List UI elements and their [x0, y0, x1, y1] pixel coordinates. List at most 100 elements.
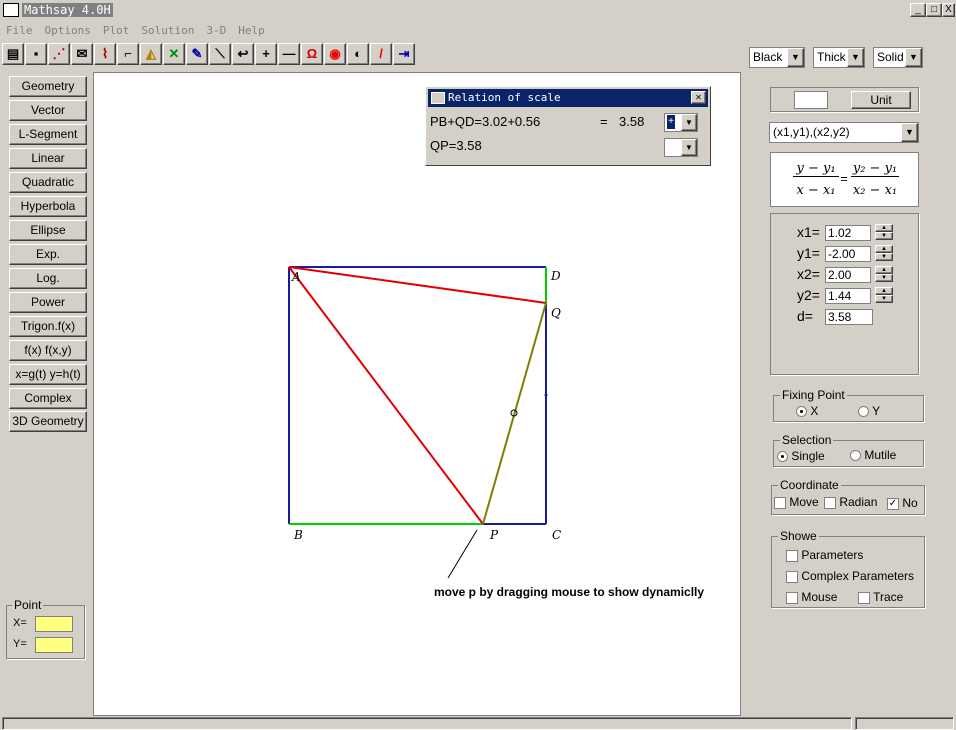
selection-title: Selection [780, 433, 834, 447]
width-select[interactable]: Thick ▼ [813, 47, 865, 68]
menu-solution[interactable]: Solution [141, 22, 194, 40]
label-p[interactable]: P [490, 528, 498, 542]
log-button[interactable]: Log. [9, 268, 87, 289]
no-option[interactable]: ✓ No [887, 496, 918, 510]
radio-y[interactable] [858, 406, 869, 418]
dialog-title-bar[interactable]: Relation of scale ✕ [428, 89, 708, 107]
vector-button[interactable]: Vector [9, 100, 87, 121]
unit-button[interactable]: Unit [851, 91, 911, 109]
relation-value: 3.58 [619, 114, 645, 129]
relation-sum-text: PB+QD=3.02+0.56 [430, 114, 541, 129]
y2-field[interactable]: 1.44 [825, 288, 871, 304]
pencil-icon[interactable]: / [370, 43, 392, 65]
radio-mutile[interactable] [850, 450, 861, 462]
chevron-down-icon: ▼ [681, 114, 697, 131]
radian-option[interactable]: Radian [824, 495, 877, 509]
move-checkbox[interactable] [774, 496, 786, 509]
point-y-field[interactable] [35, 637, 73, 653]
linear-button[interactable]: Linear [9, 148, 87, 169]
complex-button[interactable]: Complex [9, 388, 87, 409]
save-icon[interactable]: ▪ [25, 43, 47, 65]
mouse-option[interactable]: Mouse [786, 590, 837, 604]
menu-file[interactable]: File [6, 22, 33, 40]
geometry-button[interactable]: Geometry [9, 76, 87, 97]
mutile-option[interactable]: Mutile [850, 448, 896, 462]
menu-options[interactable]: Options [45, 22, 91, 40]
segment-aq [288, 266, 547, 304]
y1-label: y1= [797, 245, 820, 261]
x1-spinner[interactable]: ▲ ▼ [875, 224, 893, 242]
trace-checkbox[interactable] [858, 591, 870, 604]
fx-fxy-button[interactable]: f(x) f(x,y) [9, 340, 87, 361]
half-circle-icon[interactable]: ◐ [347, 43, 369, 65]
no-checkbox[interactable]: ✓ [887, 497, 899, 510]
move-option[interactable]: Move [774, 495, 819, 509]
chart-icon[interactable]: ⌇ [94, 43, 116, 65]
pen-icon[interactable]: ✎ [186, 43, 208, 65]
parametric-button[interactable]: x=g(t) y=h(t) [9, 364, 87, 385]
radian-checkbox[interactable] [824, 496, 836, 509]
trigon-button[interactable]: Trigon.f(x) [9, 316, 87, 337]
menu-help[interactable]: Help [238, 22, 265, 40]
radio-single[interactable] [777, 451, 788, 463]
close-icon[interactable]: ✕ [691, 91, 706, 104]
angle-icon[interactable]: ⌐ [117, 43, 139, 65]
minus-icon[interactable]: — [278, 43, 300, 65]
unit-field[interactable] [794, 91, 828, 109]
plus-icon[interactable]: + [255, 43, 277, 65]
y1-field[interactable]: -2.00 [825, 246, 871, 262]
fixing-y-option[interactable]: Y [858, 404, 880, 418]
power-button[interactable]: Power [9, 292, 87, 313]
x2-spinner[interactable]: ▲ ▼ [875, 266, 893, 284]
chevron-down-icon: ▼ [905, 48, 922, 67]
scale-icon[interactable]: ✕ [163, 43, 185, 65]
open-icon[interactable]: ▤ [2, 43, 24, 65]
x1-field[interactable]: 1.02 [825, 225, 871, 241]
l-segment-button[interactable]: L-Segment [9, 124, 87, 145]
mouse-checkbox[interactable] [786, 591, 798, 604]
hyperbola-button[interactable]: Hyperbola [9, 196, 87, 217]
ellipse-button[interactable]: Ellipse [9, 220, 87, 241]
y1-spinner[interactable]: ▲ ▼ [875, 245, 893, 263]
label-q: Q [551, 306, 561, 320]
arrow-icon[interactable]: ↩ [232, 43, 254, 65]
line-style-select[interactable]: Solid ▼ [873, 47, 923, 68]
complex-parameters-option[interactable]: Complex Parameters [786, 569, 914, 583]
color-select[interactable]: Black ▼ [749, 47, 805, 68]
magnet-icon[interactable]: Ω [301, 43, 323, 65]
mode-select[interactable]: (x1,y1),(x2,y2) ▼ [769, 122, 919, 143]
minimize-button[interactable]: _ [910, 3, 926, 17]
trace-option[interactable]: Trace [858, 590, 903, 604]
segment-qp [482, 302, 547, 525]
envelope-icon[interactable]: ✉ [71, 43, 93, 65]
quadratic-button[interactable]: Quadratic [9, 172, 87, 193]
radio-x[interactable] [796, 406, 807, 418]
triangle-icon[interactable]: ◭ [140, 43, 162, 65]
maximize-button[interactable]: □ [926, 3, 942, 17]
chevron-down-icon: ▼ [681, 139, 697, 156]
d-field[interactable]: 3.58 [825, 309, 873, 325]
exit-icon[interactable]: ⇥ [393, 43, 415, 65]
drawing-canvas[interactable]: A D Q B P C move p by dragging mouse to … [93, 72, 741, 716]
3d-geometry-button[interactable]: 3D Geometry [9, 411, 87, 432]
sign-select[interactable]: + ▼ [664, 113, 698, 132]
exp-button[interactable]: Exp. [9, 244, 87, 265]
close-button[interactable]: X [942, 3, 955, 17]
target-icon[interactable]: ◉ [324, 43, 346, 65]
menu-plot[interactable]: Plot [103, 22, 130, 40]
x2-field[interactable]: 2.00 [825, 267, 871, 283]
y2-spinner[interactable]: ▲ ▼ [875, 287, 893, 305]
relation-dialog[interactable]: Relation of scale ✕ PB+QD=3.02+0.56 = 3.… [425, 86, 711, 166]
line-icon[interactable]: ⟍ [209, 43, 231, 65]
parameters-checkbox[interactable] [786, 549, 798, 562]
point-x-field[interactable] [35, 616, 73, 632]
plot-icon[interactable]: ⋰ [48, 43, 70, 65]
menu-3d[interactable]: 3-D [206, 22, 226, 40]
label-b: B [294, 528, 303, 542]
instruction-caption: move p by dragging mouse to show dynamic… [434, 585, 705, 599]
single-option[interactable]: Single [777, 449, 825, 463]
second-select[interactable]: ▼ [664, 138, 698, 157]
parameters-option[interactable]: Parameters [786, 548, 863, 562]
complex-parameters-checkbox[interactable] [786, 570, 798, 583]
fixing-x-option[interactable]: X [796, 404, 818, 418]
